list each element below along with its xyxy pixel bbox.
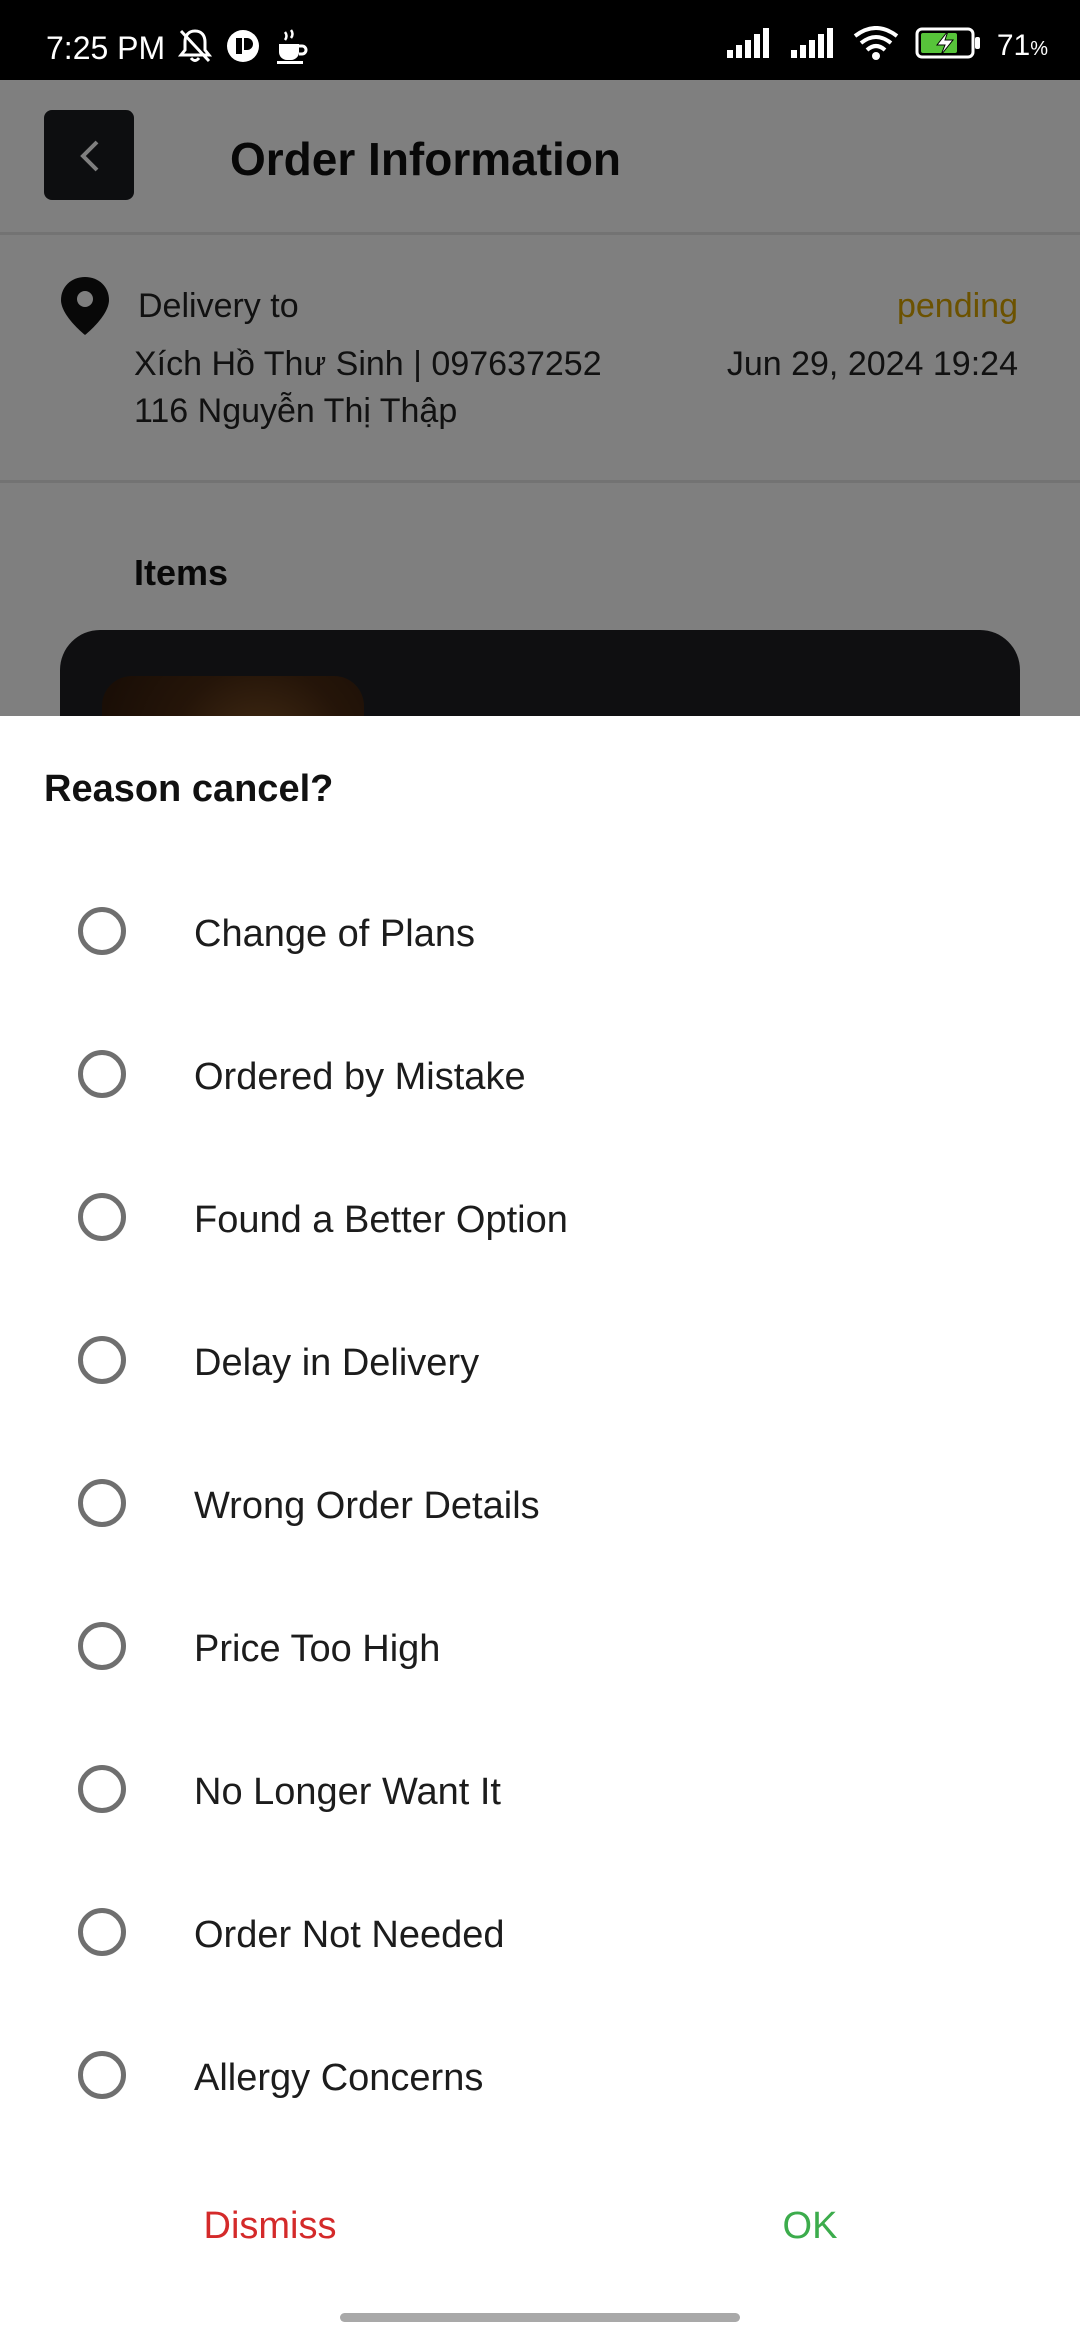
- radio-button[interactable]: [78, 907, 126, 955]
- status-left-icons: [177, 28, 308, 69]
- radio-button[interactable]: [78, 1336, 126, 1384]
- app-icon: [226, 29, 260, 68]
- battery-percent: 71%: [996, 28, 1048, 62]
- radio-button[interactable]: [78, 1765, 126, 1813]
- reason-option-label: Wrong Order Details: [194, 1485, 540, 1527]
- status-bar: 7:25 PM 71%: [0, 0, 1080, 80]
- reason-option-label: Allergy Concerns: [194, 2057, 484, 2099]
- reason-option[interactable]: Wrong Order Details: [0, 1435, 1080, 1578]
- reason-option[interactable]: Found a Better Option: [0, 1149, 1080, 1292]
- status-time: 7:25 PM: [46, 30, 166, 66]
- reason-option-label: Delay in Delivery: [194, 1342, 480, 1384]
- coffee-icon: [274, 28, 308, 69]
- reason-option[interactable]: Order Not Needed: [0, 1864, 1080, 2007]
- reason-option-label: Found a Better Option: [194, 1199, 568, 1241]
- signal-icon: [789, 28, 837, 63]
- signal-icon: [725, 28, 773, 63]
- reason-option[interactable]: No Longer Want It: [0, 1721, 1080, 1864]
- radio-button[interactable]: [78, 2051, 126, 2099]
- reason-option[interactable]: Allergy Concerns: [0, 2007, 1080, 2150]
- dialog-title: Reason cancel?: [44, 768, 334, 810]
- radio-button[interactable]: [78, 1479, 126, 1527]
- reason-option-label: Ordered by Mistake: [194, 1056, 526, 1098]
- radio-button[interactable]: [78, 1050, 126, 1098]
- radio-button[interactable]: [78, 1908, 126, 1956]
- status-right-icons: 71%: [725, 26, 1048, 65]
- reason-option[interactable]: Price Too High: [0, 1578, 1080, 1721]
- cancel-reason-dialog: Reason cancel? Change of Plans Ordered b…: [0, 716, 1080, 2340]
- reason-option-label: Change of Plans: [194, 913, 475, 955]
- reason-option-label: No Longer Want It: [194, 1771, 501, 1813]
- reason-options-list: Change of Plans Ordered by Mistake Found…: [0, 863, 1080, 2150]
- reason-option[interactable]: Change of Plans: [0, 863, 1080, 1006]
- radio-button[interactable]: [78, 1193, 126, 1241]
- radio-button[interactable]: [78, 1622, 126, 1670]
- ok-button[interactable]: OK: [740, 2196, 880, 2256]
- dismiss-button[interactable]: Dismiss: [170, 2196, 370, 2256]
- home-indicator[interactable]: [340, 2313, 740, 2322]
- reason-option[interactable]: Ordered by Mistake: [0, 1006, 1080, 1149]
- reason-option-label: Price Too High: [194, 1628, 441, 1670]
- battery-charging-icon: [915, 27, 981, 64]
- wifi-icon: [853, 26, 899, 65]
- mute-icon: [177, 28, 213, 69]
- reason-option[interactable]: Delay in Delivery: [0, 1292, 1080, 1435]
- reason-option-label: Order Not Needed: [194, 1914, 505, 1956]
